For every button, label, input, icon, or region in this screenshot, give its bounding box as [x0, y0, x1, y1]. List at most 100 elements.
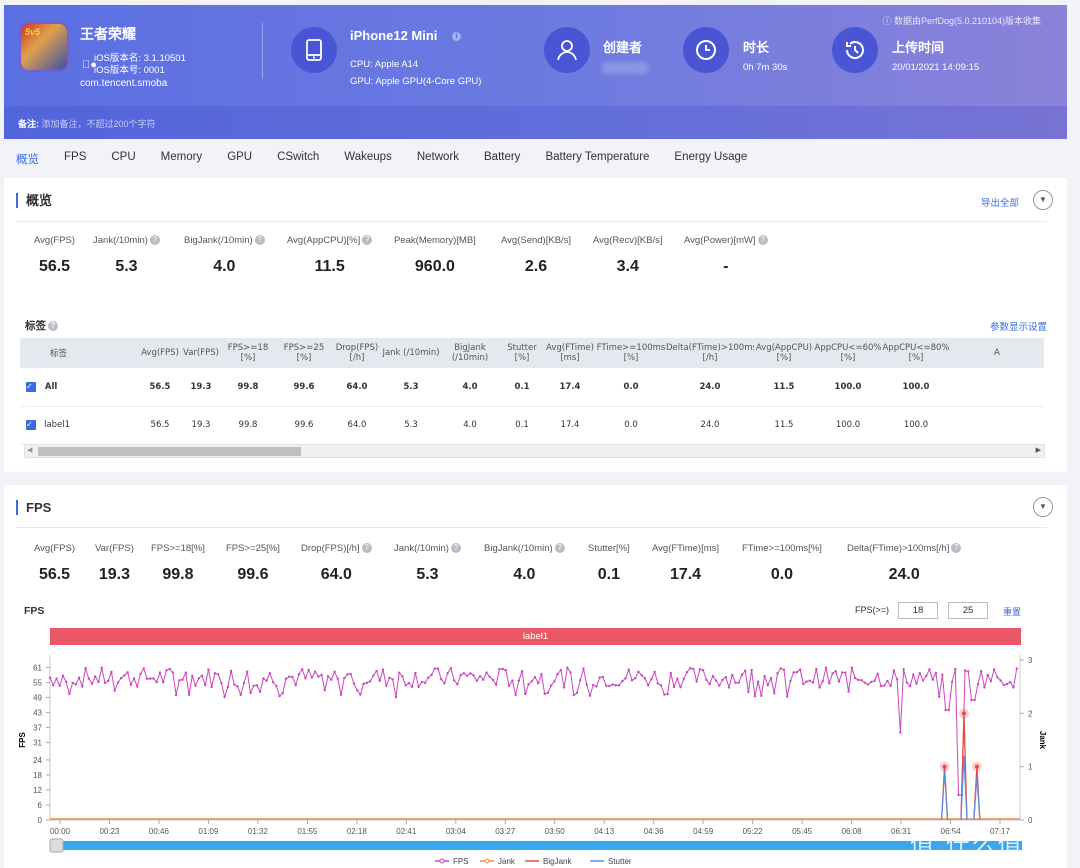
- tab-battery[interactable]: Battery: [484, 151, 520, 167]
- fps-point: [223, 695, 226, 699]
- fps-point: [866, 683, 870, 686]
- fps-point: [459, 673, 462, 677]
- metric-ftime-100ms-: FTime>=100ms[%] 0.0: [742, 543, 822, 584]
- help-icon[interactable]: ?: [361, 543, 372, 554]
- history-icon: [832, 27, 878, 73]
- metric-label: Peak(Memory)[MB]: [394, 235, 476, 246]
- fps-point: [178, 679, 181, 682]
- x-tick-label: 00:23: [99, 827, 120, 836]
- column-header: FPS>=25 [%]: [276, 338, 332, 368]
- row-checkbox[interactable]: ✓: [26, 420, 36, 430]
- fps-point: [999, 679, 1002, 682]
- column-header: BigJank (/10min): [440, 338, 500, 368]
- tab-network[interactable]: Network: [417, 151, 459, 167]
- x-tick-label: 02:18: [347, 827, 368, 836]
- tab-energy-usage[interactable]: Energy Usage: [674, 151, 747, 167]
- fps-point: [698, 668, 702, 671]
- fps-point: [365, 681, 369, 685]
- row-checkbox[interactable]: ✓: [26, 381, 36, 392]
- param-settings-link[interactable]: 参数显示设置: [990, 319, 1047, 333]
- metric-avg-ftime-ms-: Avg(FTime)[ms] 17.4: [652, 543, 719, 584]
- tab-cpu[interactable]: CPU: [111, 151, 135, 167]
- remark-bar[interactable]: 备注: 添加备注，不超过200个字符: [4, 106, 1067, 139]
- metric-label: FPS>=18[%]: [151, 543, 205, 554]
- fps-point: [934, 671, 938, 675]
- remark-label: 备注:: [18, 119, 39, 129]
- fps-point: [537, 681, 540, 685]
- remark-input[interactable]: 添加备注，不超过200个字符: [42, 119, 156, 129]
- fps-point: [750, 668, 753, 672]
- y-tick-label: 61: [33, 664, 42, 673]
- help-icon[interactable]: ?: [48, 321, 58, 332]
- help-icon[interactable]: ?: [554, 543, 565, 554]
- y2-tick-label: 3: [1028, 656, 1033, 665]
- label-bar[interactable]: label1: [50, 628, 1021, 645]
- fps-point: [220, 681, 223, 685]
- info-icon[interactable]: i: [452, 32, 461, 41]
- table-cell: 56.5: [138, 406, 182, 445]
- fps-point: [834, 670, 837, 673]
- fps-threshold-input-2[interactable]: 25: [948, 602, 988, 619]
- fps-point: [407, 681, 411, 685]
- fps-point: [239, 693, 242, 697]
- fps-point: [562, 686, 566, 689]
- bigjank-marker: [961, 711, 966, 716]
- help-icon[interactable]: ?: [951, 543, 962, 554]
- tab-fps[interactable]: FPS: [64, 151, 86, 167]
- scroll-right-arrow[interactable]: ▶: [1036, 446, 1041, 454]
- fps-chart[interactable]: 061218243137434955610123FPS Jank00:00 00:2…: [0, 645, 1067, 868]
- scroll-left-arrow[interactable]: ◀: [27, 446, 32, 454]
- fps-point: [973, 698, 976, 702]
- fps-point: [427, 676, 430, 679]
- metric-fps-25-: FPS>=25[%] 99.6: [226, 543, 280, 584]
- fps-point: [957, 793, 960, 797]
- table-cell: 19.3: [182, 368, 220, 407]
- metric-label: Jank(/10min)?: [93, 235, 160, 246]
- table-cell: 17.4: [544, 368, 596, 407]
- tab-memory[interactable]: Memory: [161, 151, 203, 167]
- export-all-link[interactable]: 导出全部: [981, 195, 1019, 209]
- fps-point: [546, 691, 550, 695]
- reset-link[interactable]: 重置: [1003, 605, 1021, 618]
- bigjank-marker: [974, 764, 979, 769]
- help-icon[interactable]: ?: [757, 235, 768, 246]
- legend-marker-fps: [439, 858, 445, 864]
- tab-wakeups[interactable]: Wakeups: [344, 151, 392, 167]
- help-icon[interactable]: ?: [254, 235, 265, 246]
- help-icon[interactable]: ?: [450, 543, 461, 554]
- help-icon[interactable]: ?: [362, 235, 373, 246]
- fps-point: [876, 672, 879, 675]
- table-cell: 99.8: [220, 406, 276, 445]
- fps-point: [197, 677, 200, 680]
- fps-point: [682, 677, 685, 681]
- metric-label: BigJank(/10min)?: [484, 543, 565, 554]
- horizontal-scrollbar[interactable]: ◀ ▶: [24, 444, 1045, 458]
- creator-label: 创建者: [603, 40, 643, 55]
- metric-jank-10min-: Jank(/10min)? 5.3: [93, 235, 160, 276]
- legend-item-stutter: Stutter: [608, 857, 632, 866]
- tab-概览[interactable]: 概览: [16, 151, 39, 167]
- divider: [16, 221, 1047, 222]
- fps-threshold-input-1[interactable]: 18: [898, 602, 938, 619]
- metric-avg-fps-: Avg(FPS) 56.5: [34, 543, 75, 584]
- collapse-toggle[interactable]: ▼: [1033, 190, 1053, 210]
- fps-point: [524, 692, 527, 696]
- tab-cswitch[interactable]: CSwitch: [277, 151, 319, 167]
- tab-battery-temperature[interactable]: Battery Temperature: [545, 151, 649, 167]
- fps-point: [255, 684, 259, 687]
- fps-point: [68, 692, 71, 695]
- fps-point: [899, 731, 902, 734]
- scrollbar-thumb[interactable]: [38, 447, 301, 456]
- fps-point: [611, 683, 614, 686]
- fps-point: [892, 669, 896, 672]
- collapse-toggle[interactable]: ▼: [1033, 497, 1053, 517]
- help-icon[interactable]: ?: [149, 235, 160, 246]
- page-scrollbar-track[interactable]: [1067, 139, 1080, 868]
- fps-point: [954, 667, 957, 671]
- tab-gpu[interactable]: GPU: [227, 151, 252, 167]
- fps-point: [278, 694, 281, 698]
- fps-point: [465, 674, 469, 677]
- y-tick-label: 0: [38, 816, 43, 825]
- fps-point: [100, 666, 103, 669]
- fps-point: [52, 683, 55, 687]
